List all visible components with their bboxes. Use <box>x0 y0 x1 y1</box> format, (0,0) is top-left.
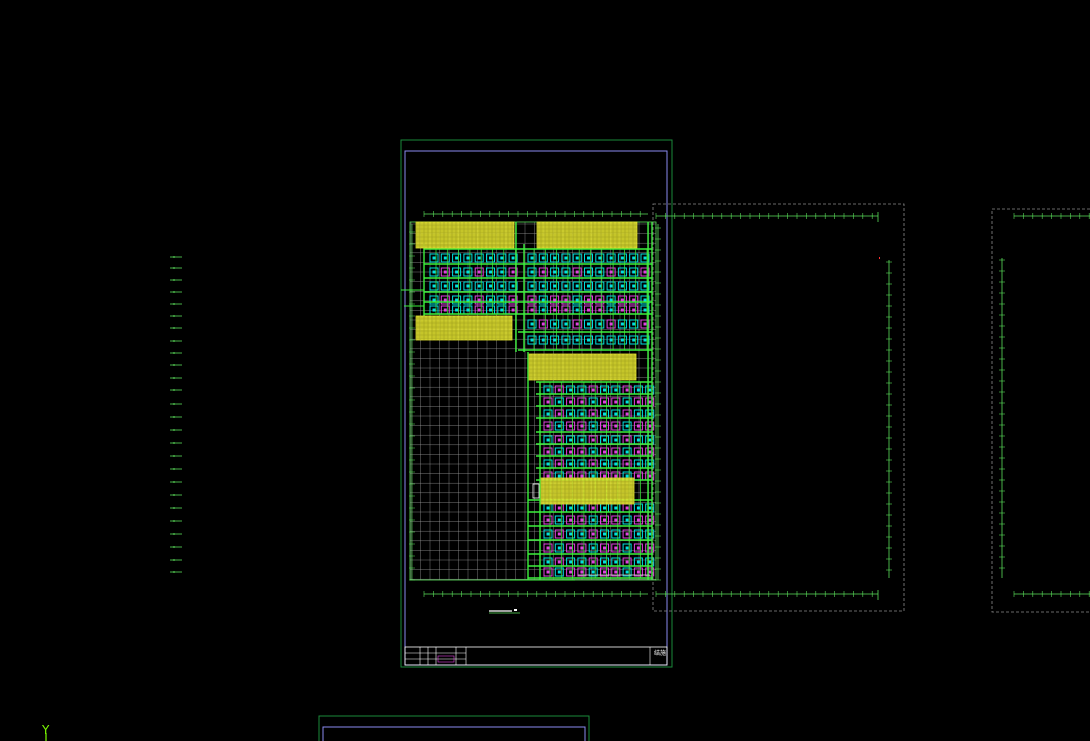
dashed-frame-outline <box>652 203 905 612</box>
far-right-dashed-frame[interactable] <box>991 208 1090 613</box>
title-block: 结施 <box>404 646 668 666</box>
far-right-frame-ticks <box>999 213 1090 597</box>
cad-model-space[interactable]: 结施 Y <box>0 0 1090 741</box>
lower-sheet-inner-frame <box>322 726 586 741</box>
lower-drawing-sheet[interactable] <box>318 715 590 741</box>
ucs-icon: Y <box>41 723 50 741</box>
dashed-frame-ticks <box>877 212 892 600</box>
adjacent-dashed-frame[interactable] <box>652 203 905 612</box>
sheet-number: 结施 <box>654 649 666 657</box>
plan-caption <box>489 609 520 614</box>
lower-sheet-outer-border <box>318 715 590 741</box>
far-right-frame-outline <box>991 208 1090 613</box>
drawing-sheet[interactable]: 结施 <box>400 139 878 668</box>
dimension-lines <box>423 211 878 597</box>
left-axis-tick-column <box>170 256 182 573</box>
